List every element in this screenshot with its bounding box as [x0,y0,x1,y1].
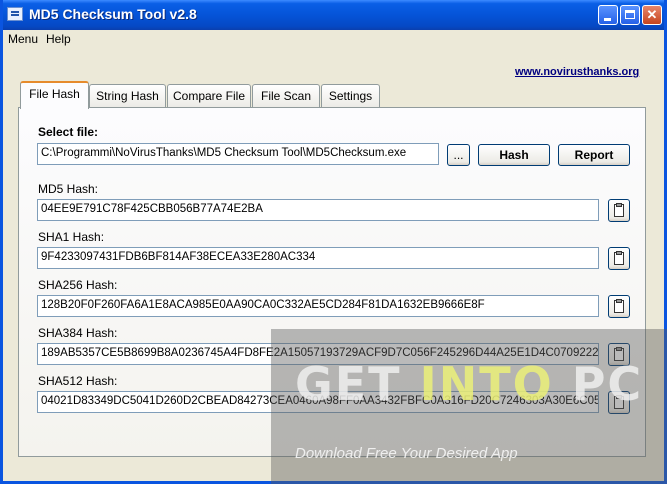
sha512-label: SHA512 Hash: [38,374,118,388]
title-bar[interactable]: MD5 Checksum Tool v2.8 ✕ [3,0,664,30]
maximize-icon [625,10,635,19]
close-icon: ✕ [646,7,658,22]
menu-item-menu[interactable]: Menu [8,32,38,46]
report-button[interactable]: Report [558,144,630,166]
copy-sha1-button[interactable] [608,247,630,270]
watermark-subtitle: Download Free Your Desired App [295,445,518,462]
sha256-label: SHA256 Hash: [38,278,118,292]
checksum-app-icon[interactable] [7,7,23,21]
sha384-label: SHA384 Hash: [38,326,118,340]
watermark-title: GET INTO PC [295,357,643,411]
sha1-label: SHA1 Hash: [38,230,105,244]
copy-md5-button[interactable] [608,199,630,222]
hash-button[interactable]: Hash [478,144,550,166]
menu-item-help[interactable]: Help [46,32,71,46]
clipboard-icon [614,203,624,217]
website-link[interactable]: www.novirusthanks.org [515,66,639,78]
tab-file-scan[interactable]: File Scan [252,84,320,107]
file-path-input[interactable]: C:\Programmi\NoVirusThanks\MD5 Checksum … [37,143,439,165]
minimize-button[interactable] [598,5,618,25]
select-file-label: Select file: [38,125,99,139]
sha256-hash-field[interactable]: 128B20F0F260FA6A1E8ACA985E0AA90CA0C332AE… [37,295,599,317]
watermark-title-part3: PC [553,357,644,411]
watermark-overlay: GET INTO PC Download Free Your Desired A… [271,329,667,484]
sha1-hash-field[interactable]: 9F4233097431FDB6BF814AF38ECEA33E280AC334 [37,247,599,269]
maximize-button[interactable] [620,5,640,25]
clipboard-icon [614,251,624,265]
watermark-title-part2: INTO [419,357,554,411]
md5-label: MD5 Hash: [38,182,99,196]
close-button[interactable]: ✕ [642,5,662,25]
watermark-title-part1: GET [295,357,420,411]
copy-sha256-button[interactable] [608,295,630,318]
minimize-icon [604,18,611,21]
tab-compare-file[interactable]: Compare File [167,84,251,107]
clipboard-icon [614,299,624,313]
md5-hash-field[interactable]: 04EE9E791C78F425CBB056B77A74E2BA [37,199,599,221]
tab-settings[interactable]: Settings [321,84,380,107]
tab-file-hash[interactable]: File Hash [20,81,89,109]
menu-bar: Menu Help [3,30,664,48]
window-title: MD5 Checksum Tool v2.8 [29,6,197,22]
browse-button[interactable]: ... [447,144,470,166]
tab-string-hash[interactable]: String Hash [89,84,166,107]
